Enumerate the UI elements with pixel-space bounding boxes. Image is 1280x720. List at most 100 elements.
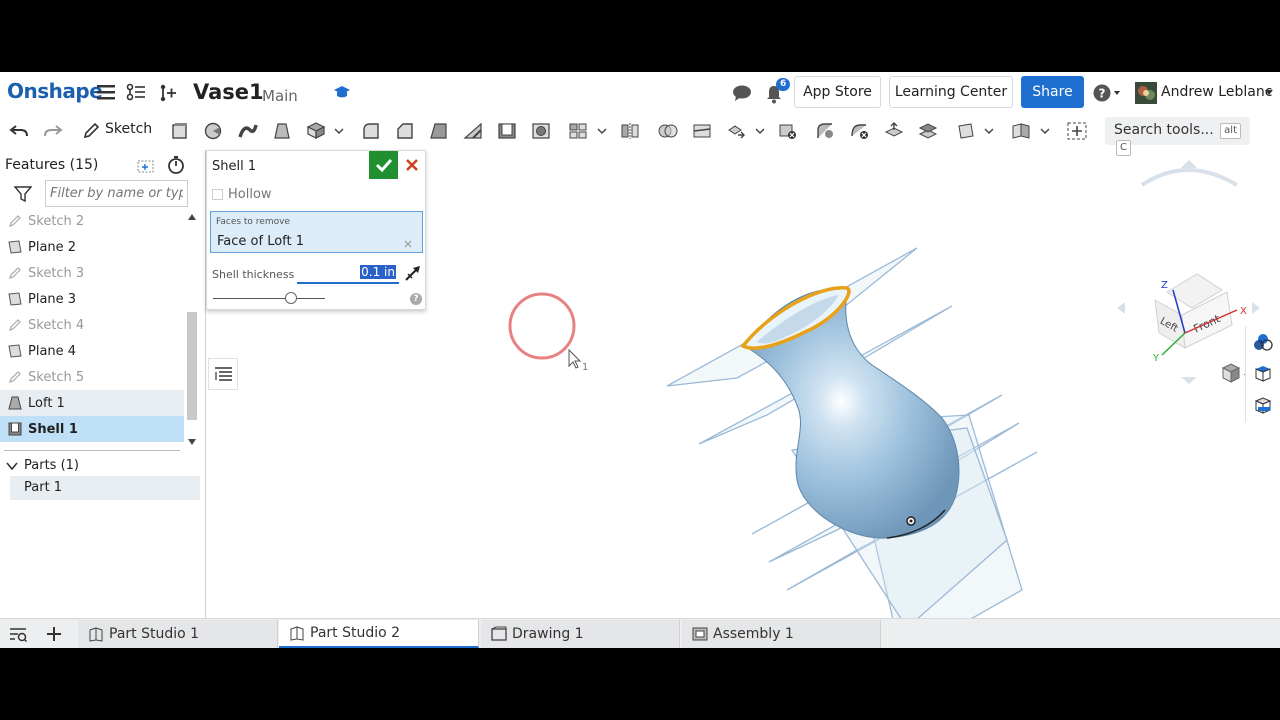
user-menu-chevron-icon[interactable]: [1265, 90, 1273, 96]
hole-icon[interactable]: [531, 122, 551, 140]
search-tools-button[interactable]: Search tools... altC: [1105, 117, 1250, 156]
feature-item-sketch-4[interactable]: Sketch 4: [0, 312, 184, 338]
view-cube-arrow-left-icon[interactable]: [1117, 302, 1125, 314]
more-chevron-icon[interactable]: [755, 122, 765, 140]
view-cube-arrow-right-icon[interactable]: [1252, 302, 1260, 314]
onshape-logo[interactable]: Onshape: [7, 79, 103, 103]
tab-part-studio-2[interactable]: Part Studio 2: [279, 620, 479, 648]
tab-drawing-1[interactable]: Drawing 1: [481, 620, 680, 648]
filter-icon[interactable]: [14, 186, 32, 202]
feature-list-scroll-thumb[interactable]: [187, 312, 197, 420]
sketch-button[interactable]: Sketch: [105, 121, 152, 137]
view-cube[interactable]: Front Left Z X Y: [1117, 160, 1260, 384]
tab-assembly-1[interactable]: Assembly 1: [682, 620, 881, 648]
more-chevron-icon[interactable]: [1040, 122, 1050, 140]
shell-icon[interactable]: [497, 122, 517, 140]
user-avatar[interactable]: [1135, 82, 1157, 104]
share-button[interactable]: Share: [1021, 76, 1084, 108]
revolve-icon[interactable]: [204, 122, 224, 140]
hollow-checkbox[interactable]: [212, 189, 223, 200]
draft-icon[interactable]: [429, 122, 449, 140]
part-item-part-1[interactable]: Part 1: [10, 476, 200, 500]
move-face-icon[interactable]: [884, 122, 904, 140]
sheet-metal-icon[interactable]: [1011, 122, 1031, 140]
split-icon[interactable]: [692, 122, 712, 140]
shell-thickness-value[interactable]: 0.1 in: [360, 265, 396, 279]
feature-item-sketch-3[interactable]: Sketch 3: [0, 260, 184, 286]
cancel-button[interactable]: [401, 154, 423, 176]
undo-icon[interactable]: [9, 122, 29, 140]
plane-icon[interactable]: [956, 122, 976, 140]
thicken-icon[interactable]: [306, 122, 326, 140]
branch-icon[interactable]: [158, 83, 178, 103]
mirror-icon[interactable]: [620, 122, 640, 140]
tab-part-studio-1[interactable]: Part Studio 1: [78, 620, 278, 648]
extrude-icon[interactable]: [170, 122, 190, 140]
feature-list-toggle-button[interactable]: [208, 358, 238, 390]
chevron-down-icon[interactable]: [6, 461, 18, 471]
boolean-icon[interactable]: [658, 122, 678, 140]
add-folder-icon[interactable]: [137, 158, 155, 174]
hollow-option[interactable]: Hollow: [212, 187, 272, 202]
dialog-help-icon[interactable]: ?: [410, 293, 422, 305]
sketch-pencil-icon[interactable]: [82, 122, 100, 140]
learning-center-button[interactable]: Learning Center: [889, 76, 1013, 108]
plane-icon: [8, 240, 22, 254]
vase-part[interactable]: [740, 286, 960, 539]
remove-selection-icon[interactable]: [404, 240, 412, 248]
scroll-down-arrow-icon[interactable]: [188, 439, 196, 445]
hamburger-menu-icon[interactable]: [97, 84, 115, 100]
replace-face-icon[interactable]: [918, 122, 938, 140]
feature-item-plane-3[interactable]: Plane 3: [0, 286, 184, 312]
fillet-icon[interactable]: [361, 122, 381, 140]
thickness-slider-handle[interactable]: [285, 292, 297, 304]
pattern-icon[interactable]: [568, 122, 588, 140]
redo-icon[interactable]: [43, 122, 63, 140]
view-cube-arrow-down-icon[interactable]: [1181, 377, 1197, 384]
rollback-timer-icon[interactable]: [167, 156, 185, 174]
feature-item-sketch-5[interactable]: Sketch 5: [0, 364, 184, 390]
features-header[interactable]: Features (15): [5, 157, 98, 173]
help-icon[interactable]: ?: [1093, 84, 1121, 102]
comments-icon[interactable]: [732, 84, 752, 102]
appearances-button[interactable]: [1245, 326, 1280, 358]
shell-thickness-input[interactable]: 0.1 in: [297, 262, 399, 284]
more-chevron-icon[interactable]: [597, 122, 607, 140]
feature-item-shell-1[interactable]: Shell 1: [0, 416, 184, 442]
feature-item-sketch-2[interactable]: Sketch 2: [0, 208, 184, 234]
delete-part-icon[interactable]: [778, 122, 798, 140]
modify-fillet-icon[interactable]: [816, 122, 836, 140]
view-cube-arrow-up-icon[interactable]: [1181, 160, 1197, 168]
scroll-up-arrow-icon[interactable]: [188, 214, 196, 220]
transform-icon[interactable]: [726, 122, 746, 140]
more-chevron-icon[interactable]: [984, 122, 994, 140]
add-tab-icon[interactable]: [46, 626, 62, 642]
delete-face-icon[interactable]: [850, 122, 870, 140]
workspace-branch[interactable]: Main: [262, 87, 298, 105]
add-custom-feature-icon[interactable]: [1067, 122, 1087, 140]
feature-item-plane-4[interactable]: Plane 4: [0, 338, 184, 364]
learning-cap-icon[interactable]: [333, 84, 351, 100]
view-cube-orbit-arrows[interactable]: [1140, 168, 1239, 187]
feature-item-plane-2[interactable]: Plane 2: [0, 234, 184, 260]
thickness-slider-track[interactable]: [213, 298, 325, 299]
loft-icon[interactable]: [272, 122, 292, 140]
version-graph-icon[interactable]: [126, 83, 146, 101]
more-chevron-icon[interactable]: [334, 122, 344, 140]
chamfer-icon[interactable]: [395, 122, 415, 140]
sweep-icon[interactable]: [238, 122, 258, 140]
user-name[interactable]: Andrew Leblanc: [1161, 84, 1272, 100]
feature-filter-input[interactable]: [45, 180, 188, 207]
accept-button[interactable]: [369, 151, 398, 179]
faces-to-remove-value[interactable]: Face of Loft 1: [217, 234, 304, 249]
feature-item-loft-1[interactable]: Loft 1: [0, 390, 184, 416]
app-store-button[interactable]: App Store: [794, 76, 881, 108]
parts-header[interactable]: Parts (1): [24, 458, 79, 473]
document-title[interactable]: Vase1: [193, 80, 264, 104]
mass-properties-button[interactable]: [1245, 358, 1280, 390]
rib-icon[interactable]: [463, 122, 483, 140]
opposite-direction-icon[interactable]: [404, 264, 422, 282]
measure-button[interactable]: [1245, 390, 1280, 422]
faces-to-remove-field[interactable]: Faces to remove Face of Loft 1: [210, 211, 423, 253]
tab-manager-icon[interactable]: [9, 626, 27, 642]
